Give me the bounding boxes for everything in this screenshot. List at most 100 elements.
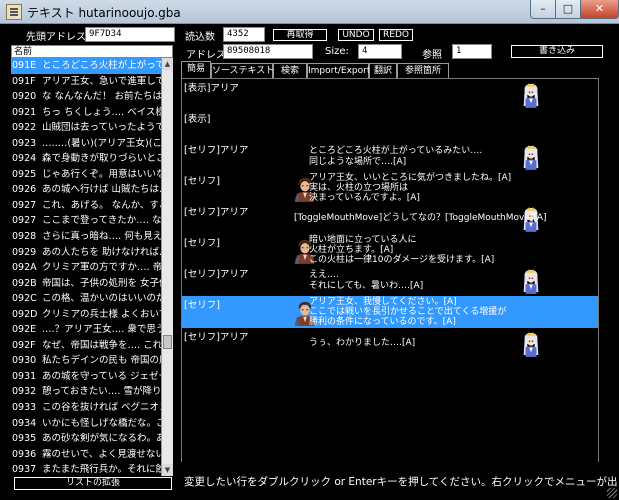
list-item[interactable]: 0924 森で身動きが取りづらいところに xyxy=(11,151,161,167)
tab-0[interactable]: 簡易 xyxy=(181,61,211,78)
list-item[interactable]: 0932 憩っておきたい‥‥ 雪が降りそう xyxy=(11,384,161,400)
minimize-button[interactable]: – xyxy=(530,0,556,19)
size-field[interactable]: 4 xyxy=(358,44,402,59)
dialogue-line: アリア王女、我慢してください。[A] xyxy=(309,297,457,307)
list-header[interactable]: 名前 xyxy=(11,45,173,58)
list-item[interactable]: 0933 この谷を抜ければ ベグニオン帝国 xyxy=(11,400,161,416)
list-item-text: ‥‥？アリア王女‥‥ 衆で思うな xyxy=(42,324,161,336)
list-item[interactable]: 0925 じゃあ行くぞ。用意はいいな アリ xyxy=(11,167,161,183)
dialogue-block[interactable]: [セリフ] 暗い地面に立っている人に 火柱が立ちます。[A] この火柱は一律10のダメ… xyxy=(182,234,598,265)
list-item[interactable]: 0927 これ、あげる。 なんか、すごいもの xyxy=(11,198,161,214)
list-item-text: あの砂な剣が気になるわ。あれは xyxy=(42,433,161,445)
dialogue-line: ええ‥‥ xyxy=(309,270,340,280)
load-count-label: 読込数 xyxy=(185,32,215,43)
list-item-id: 0927 xyxy=(12,199,37,211)
dialogue-line: ここでは戦いを長引かせることで出てくる増援が xyxy=(309,307,507,317)
dialogue-tag: [表示]アリア xyxy=(184,83,239,94)
dialogue-block[interactable]: [セリフ]アリア [ToggleMouthMove]どうしてなの？[ToggleM… xyxy=(182,203,598,234)
list-item-text: 森で身動きが取りづらいところに xyxy=(42,153,161,165)
reload-button[interactable]: 再取得 xyxy=(273,29,327,41)
list-item-id: 0932 xyxy=(12,386,37,398)
undo-button[interactable]: UNDO xyxy=(338,29,374,41)
preview-hscrollbar[interactable] xyxy=(181,462,599,474)
close-button[interactable]: ✕ xyxy=(580,0,619,19)
list-item[interactable]: 091F アリア王女、急いで進軍してくださ xyxy=(11,74,161,90)
dialogue-line: うぅ、わかりました‥‥[A] xyxy=(309,338,416,348)
scroll-thumb[interactable] xyxy=(163,335,172,349)
list-item-text: な なんなんだ！ お前たちは！ xyxy=(42,91,161,103)
list-item[interactable]: 0921 ちっ ちくしょう‥‥ ベイス様、すま xyxy=(11,105,161,121)
list-item-id: 0925 xyxy=(12,168,37,180)
list-item[interactable]: 0927 ここまで登ってきたか‥‥ ならばこ xyxy=(11,213,161,229)
list-item[interactable]: 0920 な なんなんだ！ お前たちは！ xyxy=(11,89,161,105)
aria-portrait-icon xyxy=(520,268,542,294)
dialogue-line: 実は、火柱の立つ場所は xyxy=(309,183,409,193)
list-item[interactable]: 092D クリミアの兵士様 よくおいでくださ xyxy=(11,307,161,323)
maximize-button[interactable]: □ xyxy=(555,0,581,19)
dialogue-block[interactable]: [表示]アリア xyxy=(182,79,598,110)
list-item-text: 私たちデインの民も 帝国の圧政に xyxy=(42,355,161,367)
aria-portrait-icon xyxy=(520,331,542,357)
list-item-id: 0929 xyxy=(12,246,37,258)
dialogue-block[interactable]: [表示] xyxy=(182,110,598,141)
list-item[interactable]: 091E ところどころ火柱が上がっているみ xyxy=(11,58,161,74)
list-item[interactable]: 0931 あの城を守っている ジェゼールと xyxy=(11,369,161,385)
list-item[interactable]: 0934 いかにも怪しげな橋だな。このマ xyxy=(11,416,161,432)
list-item[interactable]: 0926 あの城へ行けば 山賊たちは… xyxy=(11,182,161,198)
list-item[interactable]: 0929 あの人たちを 助けなければ‥‥ ま xyxy=(11,245,161,261)
resize-grip-icon[interactable] xyxy=(607,488,617,498)
list-item-id: 092A xyxy=(12,262,37,274)
list-item[interactable]: 0930 私たちデインの民も 帝国の圧政に xyxy=(11,353,161,369)
dialogue-line: 勝利の条件になっているのです。[A] xyxy=(309,317,456,327)
list-item[interactable]: 0935 あの砂な剣が気になるわ。あれは xyxy=(11,431,161,447)
expand-list-button[interactable]: リストの拡張 xyxy=(14,477,172,490)
ref-field[interactable]: 1 xyxy=(452,44,492,59)
tab-1[interactable]: ソーステキスト xyxy=(211,63,274,78)
list-item-text: クリミアの兵士様 よくおいでくださ xyxy=(42,308,161,320)
list-item-text: あの城を守っている ジェゼールと xyxy=(42,370,161,382)
list-item-id: 092F xyxy=(12,339,36,351)
list-item[interactable]: 0937 またまた飛行兵か。それに飲料す xyxy=(11,462,161,476)
list-item-id: 0922 xyxy=(12,122,37,134)
load-count-field[interactable]: 4352 xyxy=(223,27,265,42)
list-item[interactable]: 0928 さらに真っ暗ね‥‥ 何も見えない xyxy=(11,229,161,245)
text-list[interactable]: 091E ところどころ火柱が上がっているみ 091F アリア王女、急いで進軍してくださ… xyxy=(11,58,161,476)
list-item[interactable]: 0923 ‥‥‥‥(暑い)(アリア王女)(ここも xyxy=(11,136,161,152)
scroll-down-icon[interactable]: ▼ xyxy=(162,464,173,476)
dialogue-block[interactable]: [セリフ]アリア うぅ、わかりました‥‥[A] xyxy=(182,328,598,359)
list-item-id: 0934 xyxy=(12,417,37,429)
list-item-id: 0937 xyxy=(12,464,37,476)
dialogue-block[interactable]: [セリフ] アリア王女、いいところに気がつきましたね。[A] 実は、火柱の立つ場所は… xyxy=(182,172,598,203)
list-item[interactable]: 0922 山賊団は去っていったようです。 xyxy=(11,120,161,136)
dialogue-tag: [セリフ]アリア xyxy=(184,269,249,280)
head-address-field[interactable]: 9F7D34 xyxy=(85,27,175,42)
redo-button[interactable]: REDO xyxy=(379,29,413,41)
list-item[interactable]: 092B 帝国は、子供の処刑を 女子供まで xyxy=(11,276,161,292)
title-bar[interactable]: テキスト hutarinooujo.gba – □ ✕ xyxy=(0,0,619,24)
list-item[interactable]: 0936 霧のせいで、よく見渡せないな。ま xyxy=(11,447,161,463)
list-item[interactable]: 092F なぜ、帝国は戦争を‥‥ これをお xyxy=(11,338,161,354)
list-item-id: 091F xyxy=(12,75,36,87)
dialogue-block[interactable]: [セリフ] アリア王女、我慢してください。[A] ここでは戦いを長引かせることで出て… xyxy=(182,296,598,328)
list-item-id: 0921 xyxy=(12,106,37,118)
list-item[interactable]: 092C この格、温かいのはいいのだが‥‥ xyxy=(11,291,161,307)
dialogue-line: 決まっているんですよ。[A] xyxy=(309,193,420,203)
scroll-up-icon[interactable]: ▲ xyxy=(162,58,173,70)
list-item[interactable]: 092E ‥‥？アリア王女‥‥ 衆で思うな xyxy=(11,322,161,338)
list-item-id: 0926 xyxy=(12,184,37,196)
tab-5[interactable]: 参照箇所 xyxy=(397,63,449,78)
list-scrollbar[interactable]: ▲ ▼ xyxy=(161,58,173,476)
write-button[interactable]: 書き込み xyxy=(511,45,603,58)
dialogue-block[interactable]: [セリフ]アリア ええ‥‥ それにしても、暑いわ‥‥[A] xyxy=(182,265,598,296)
tab-2[interactable]: 検索 xyxy=(273,63,307,78)
tab-3[interactable]: Import/Export xyxy=(307,63,370,78)
address-field[interactable]: 89508018 xyxy=(223,44,313,59)
dialogue-preview[interactable]: [表示]アリア [表示] [セリフ]アリア ところどころ火柱が上がっているみたい‥‥ 同… xyxy=(181,78,599,463)
aria-portrait-icon xyxy=(520,82,542,108)
dialogue-tag: [セリフ] xyxy=(184,300,220,311)
dialogue-block[interactable]: [セリフ]アリア ところどころ火柱が上がっているみたい‥‥ 同じような場所で‥‥[A… xyxy=(182,141,598,172)
list-item-text: この谷を抜ければ ベグニオン帝国 xyxy=(42,402,161,414)
list-item[interactable]: 092A クリミア軍の方ですか‥‥ 帝国は xyxy=(11,260,161,276)
tab-4[interactable]: 翻訳 xyxy=(369,63,397,78)
dialogue-tag: [セリフ]アリア xyxy=(184,145,249,156)
